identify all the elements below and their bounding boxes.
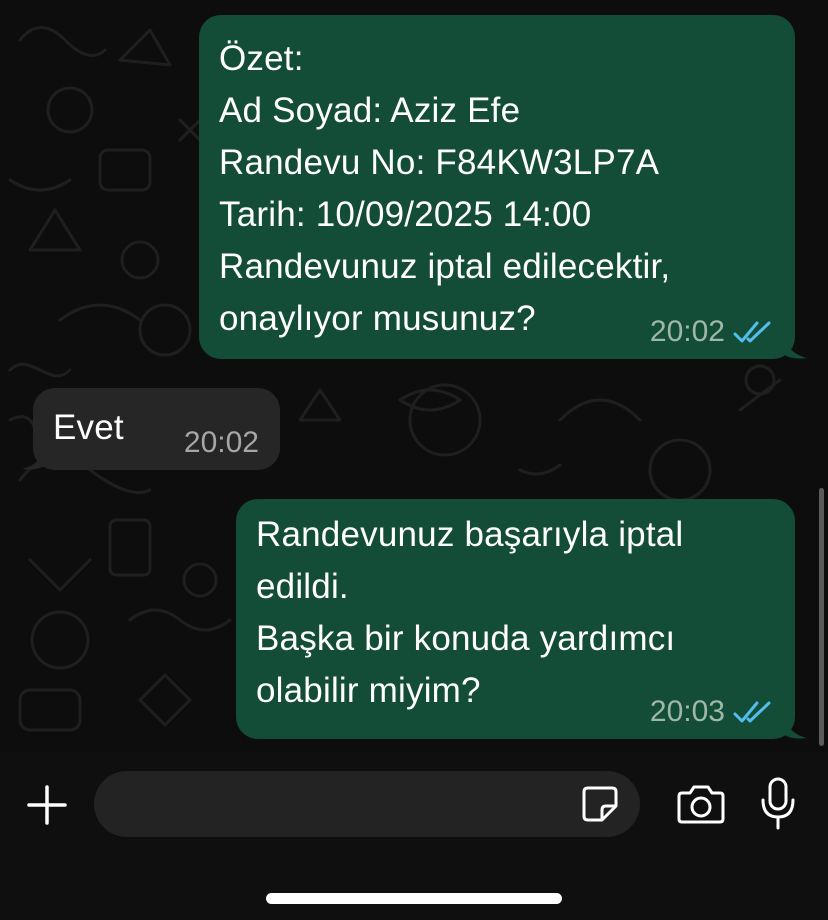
message-input[interactable] [118,771,562,839]
message-text: Özet: Ad Soyad: Aziz Efe Randevu No: F84… [219,39,671,338]
chat-scrollbar[interactable] [819,488,824,746]
microphone-icon [761,777,795,830]
camera-icon [677,785,725,824]
message-meta: 20:02 [650,315,773,349]
message-text: Randevunuz başarıyla iptal edildi. Başka… [256,515,684,710]
bubble-tail [783,336,807,359]
sticker-button[interactable] [578,782,622,826]
message-meta: 20:03 [650,695,773,729]
read-receipt-icon [733,701,771,723]
message-time: 20:02 [183,426,259,459]
incoming-message-bubble[interactable]: Evet 20:02 [33,388,280,470]
home-indicator[interactable] [266,893,562,904]
outgoing-message-bubble[interactable]: Randevunuz başarıyla iptal edildi. Başka… [236,499,795,739]
plus-icon [27,785,67,825]
message-meta: 20:02 [184,426,259,460]
outgoing-message-bubble[interactable]: Özet: Ad Soyad: Aziz Efe Randevu No: F84… [199,15,795,359]
microphone-button[interactable] [758,774,798,834]
bubble-tail [783,716,807,739]
message-time: 20:03 [649,695,725,728]
message-time: 20:02 [649,315,725,348]
bubble-tail [22,447,46,470]
sticker-icon [582,786,618,822]
chat-screen: Özet: Ad Soyad: Aziz Efe Randevu No: F84… [0,0,828,920]
attach-button[interactable] [22,780,72,830]
read-receipt-icon [733,321,771,343]
camera-button[interactable] [674,780,728,828]
message-input-container[interactable] [94,771,640,839]
